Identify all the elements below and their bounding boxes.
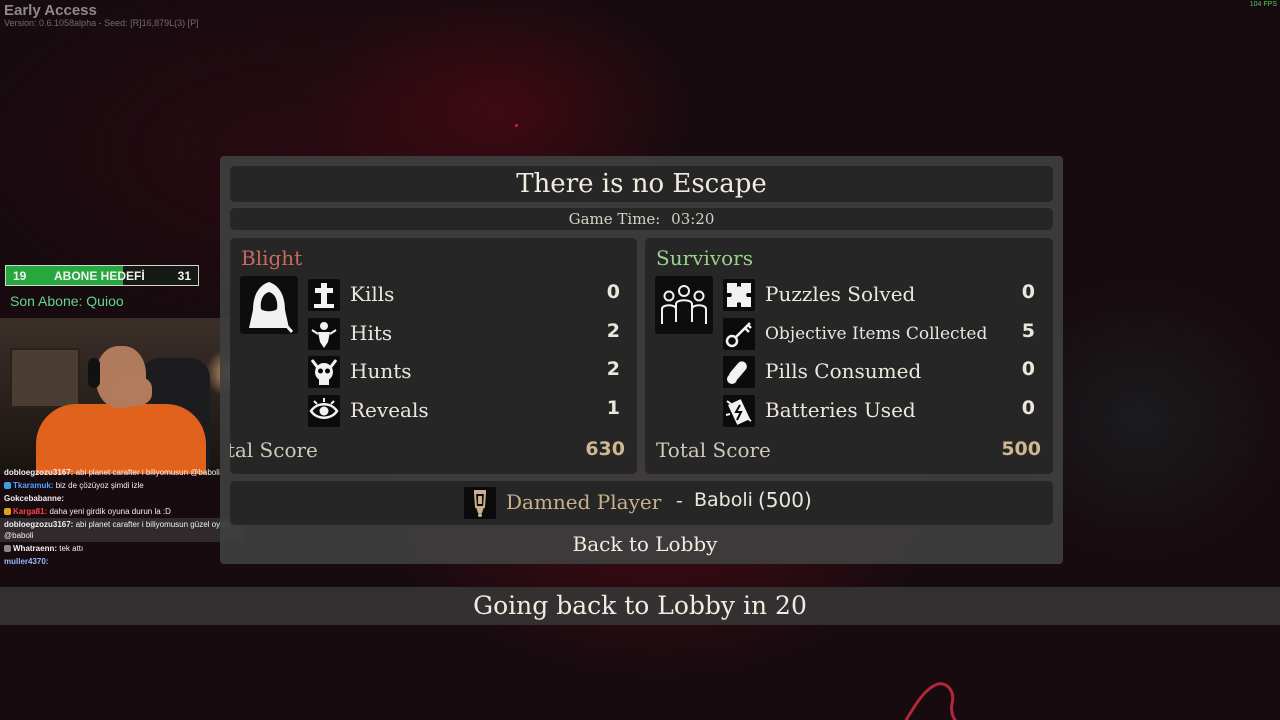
chat-username[interactable]: dobloegzozu3167: [4,468,73,477]
chat-username[interactable]: Tkaramuk: [13,481,53,490]
chat-message: dobloegzozu3167: abi planet carafter i b… [0,466,244,479]
puzzle-icon [723,279,755,311]
survivors-team-name: Survivors [656,246,754,270]
version-info: Version: 0.6.1058alpha - Seed: [R]16,879… [4,18,199,28]
webcam-orange-shirt [36,404,206,474]
chat-badge-icon [4,545,11,552]
match-results-panel: There is no Escape Game Time: 03:20 Blig… [220,156,1063,564]
damned-player-dash: - [676,488,683,512]
webcam-shelf [10,348,80,408]
hunts-label: Hunts [350,359,412,383]
chat-username[interactable]: Gokcebabanne: [4,494,64,503]
batteries-used-value: 0 [1021,397,1035,419]
battery-icon [723,395,755,427]
blight-total-value: 630 [585,438,625,460]
early-access-label: Early Access Version: 0.6.1058alpha - Se… [4,2,199,28]
damned-player-bar: Damned Player - Baboli (500) [230,481,1053,525]
chat-text: biz de çözüyoz şimdi izle [55,481,144,490]
damned-player-name: Baboli [694,489,753,511]
eye-icon [308,395,340,427]
batteries-used-label: Batteries Used [765,398,916,422]
survivors-team-card: Survivors Puzzles Solved 0 Objective Ite… [645,238,1053,474]
webcam-hand [112,376,152,406]
hits-value: 2 [606,320,620,342]
stream-chat: dobloegzozu3167: abi planet carafter i b… [0,466,244,568]
survivor-stat-pills: Pills Consumed 0 [723,355,1043,389]
puzzles-solved-label: Puzzles Solved [765,282,916,306]
damned-player-label: Damned Player [506,490,662,514]
hunts-value: 2 [606,358,620,380]
blight-total-score: Total Score 630 [230,436,625,466]
chat-message: Gokcebabanne: [0,492,244,505]
fps-counter: 104 FPS [1249,1,1277,8]
damned-player-score: (500) [758,488,812,512]
blight-stat-kills: Kills 0 [308,278,628,312]
chat-message: Whatraenn: tek attı [0,542,244,555]
survivor-stat-batteries: Batteries Used 0 [723,394,1043,428]
lobby-countdown-banner: Going back to Lobby in 20 [0,587,1280,625]
chat-username[interactable]: Karga81: [13,507,47,516]
chat-message: Tkaramuk: biz de çözüyoz şimdi izle [0,479,244,492]
subscriber-goal-bar: 19 ABONE HEDEFİ 31 [5,265,199,286]
chat-message: Karga81: daha yeni girdik oyuna durun la… [0,505,244,518]
back-to-lobby-button[interactable]: Back to Lobby [520,530,770,558]
survivor-group-icon [655,276,713,334]
pills-icon [723,356,755,388]
pills-consumed-value: 0 [1021,358,1035,380]
chat-text: abi planet carafter i biliyomusun @babol… [75,468,220,477]
tombstone-icon [308,279,340,311]
blight-team-name: Blight [241,246,303,270]
puzzles-solved-value: 0 [1021,281,1035,303]
hooded-reaper-icon [240,276,298,334]
kills-label: Kills [350,282,395,306]
subscriber-goal-target: 31 [177,269,191,283]
survivor-stat-objective-items: Objective Items Collected 5 [723,317,1043,351]
chat-username[interactable]: Whatraenn: [13,544,57,553]
blight-team-card: Blight Kills 0 Hits 2 Hunts 2 Reveals 1 … [230,238,637,474]
subscriber-goal-current: 19 [13,269,27,283]
chat-username[interactable]: muller4370: [4,557,48,566]
reveals-value: 1 [606,397,620,419]
blight-stat-hunts: Hunts 2 [308,355,628,389]
chat-text: daha yeni girdik oyuna durun la :D [49,507,171,516]
lantern-icon [464,487,496,519]
last-subscriber: Son Abone: Quioo [10,293,124,309]
game-time-value: 03:20 [671,210,715,228]
survivors-total-score: Total Score 500 [656,436,1041,466]
chat-username[interactable]: dobloegzozu3167: [4,520,73,529]
chat-message: muller4370: [0,555,244,568]
chat-badge-icon [4,482,11,489]
objective-items-value: 5 [1021,320,1035,342]
survivors-total-label: Total Score [656,438,771,462]
chat-message: dobloegzozu3167: abi planet carafter i b… [0,518,244,542]
background-red-scribble [904,682,957,720]
pills-consumed-label: Pills Consumed [765,359,922,383]
chat-badge-icon [4,508,11,515]
subscriber-goal-label: ABONE HEDEFİ [54,269,145,283]
horned-skull-icon [308,356,340,388]
blight-stat-hits: Hits 2 [308,317,628,351]
game-time-label: Game Time: [568,210,661,228]
kills-value: 0 [606,281,620,303]
blight-total-label: Total Score [230,438,318,462]
survivor-stat-puzzles: Puzzles Solved 0 [723,278,1043,312]
key-icon [723,318,755,350]
result-title: There is no Escape [230,166,1053,202]
hits-label: Hits [350,321,393,345]
reveals-label: Reveals [350,398,429,422]
background-red-light [515,124,518,127]
chat-text: tek attı [59,544,84,553]
early-access-title: Early Access [4,2,97,19]
blight-stat-reveals: Reveals 1 [308,394,628,428]
grab-icon [308,318,340,350]
webcam-headset [88,358,100,388]
survivors-total-value: 500 [1001,438,1041,460]
game-time-bar: Game Time: 03:20 [230,208,1053,230]
objective-items-label: Objective Items Collected [765,324,988,344]
